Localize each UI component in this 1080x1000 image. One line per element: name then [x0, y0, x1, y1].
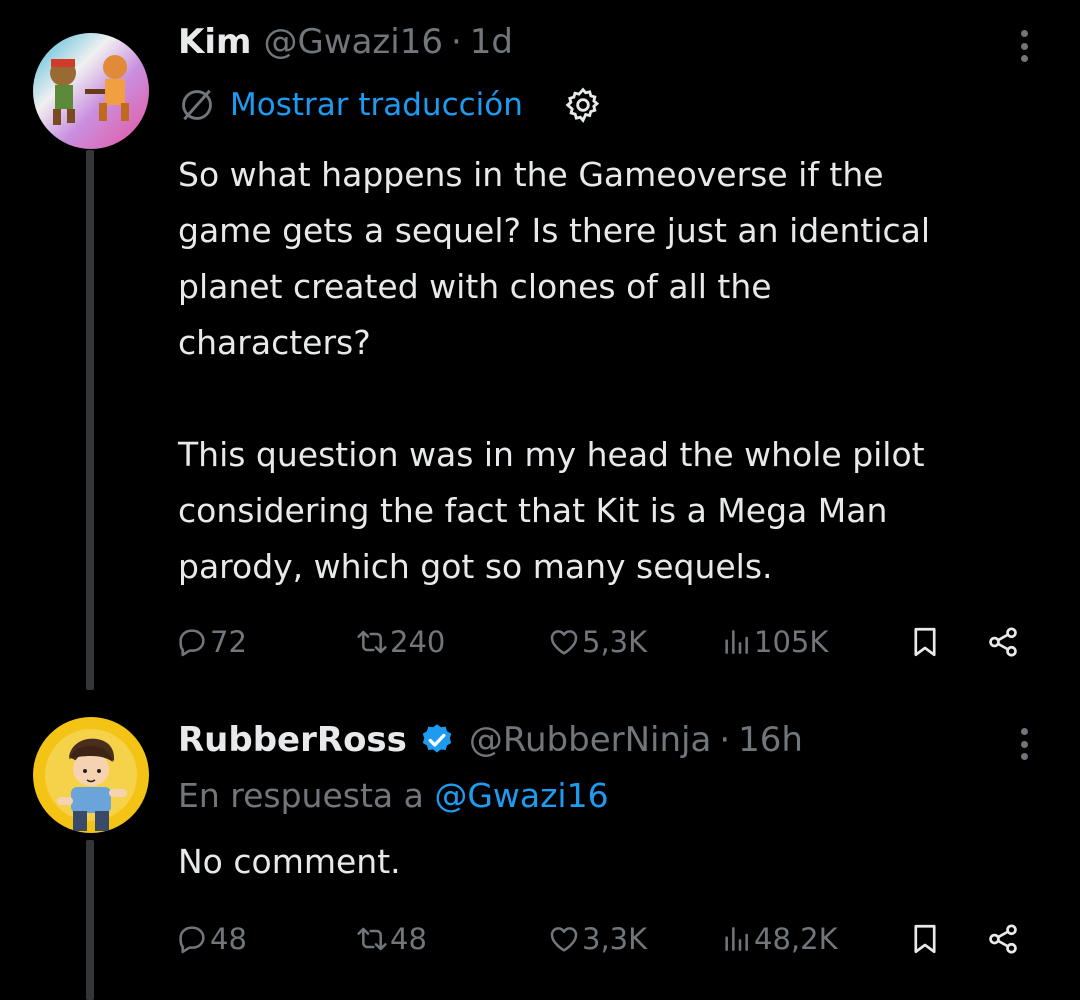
author-name[interactable]: Kim [178, 22, 251, 62]
views-button[interactable]: 48,2K [720, 917, 838, 961]
repost-count: 240 [390, 625, 446, 659]
repost-button[interactable]: 48 [356, 917, 427, 961]
like-count: 5,3K [582, 625, 648, 659]
share-icon [989, 924, 1017, 954]
author-handle[interactable]: @Gwazi16 [263, 22, 443, 62]
tweet-actions: 48 48 3,3K 48,2K [0, 917, 1080, 961]
reply-count: 48 [210, 922, 247, 956]
like-count: 3,3K [582, 922, 648, 956]
separator-dot: · [450, 22, 462, 62]
tweet-header: RubberRoss @RubberNinja · 16h [178, 720, 803, 760]
translate-row: Mostrar traducción [178, 84, 603, 126]
bookmark-icon [914, 924, 936, 954]
tweet-actions: 72 240 5,3K 105K [0, 620, 1080, 664]
bookmark-button[interactable] [908, 620, 942, 664]
tweet-rubberross[interactable]: RubberRoss @RubberNinja · 16h En respues… [0, 690, 1080, 1000]
verified-icon[interactable] [419, 722, 455, 758]
thread-line [86, 150, 94, 690]
avatar-kim[interactable] [33, 33, 149, 149]
reply-button[interactable]: 48 [176, 917, 247, 961]
like-button[interactable]: 3,3K [548, 917, 647, 961]
author-name[interactable]: RubberRoss [178, 720, 407, 760]
globe-slash-icon [182, 89, 212, 121]
reply-icon [179, 629, 205, 657]
more-icon[interactable] [1016, 26, 1032, 66]
reply-icon [179, 926, 205, 954]
more-icon[interactable] [1016, 724, 1032, 764]
bookmark-icon [914, 627, 936, 657]
translate-link[interactable]: Mostrar traducción [230, 87, 523, 123]
views-icon [725, 927, 748, 951]
share-icon [989, 627, 1017, 657]
tweet-text: No comment. [178, 842, 401, 881]
tweet-kim[interactable]: Kim @Gwazi16 · 1d Mostrar traducción So … [0, 0, 1080, 690]
reply-prefix: En respuesta a [178, 776, 424, 815]
like-icon [550, 927, 578, 952]
gear-icon[interactable] [563, 85, 603, 125]
reply-context: En respuesta a @Gwazi16 [178, 776, 609, 815]
views-icon [725, 630, 748, 654]
views-button[interactable]: 105K [720, 620, 828, 664]
share-button[interactable] [986, 917, 1020, 961]
repost-icon [357, 630, 387, 654]
timestamp[interactable]: 16h [738, 720, 803, 760]
avatar-rubberross[interactable] [33, 717, 149, 833]
tweet-header: Kim @Gwazi16 · 1d [178, 22, 513, 62]
view-count: 48,2K [754, 922, 838, 956]
view-count: 105K [754, 625, 829, 659]
reply-count: 72 [210, 625, 247, 659]
repost-icon [357, 927, 387, 951]
tweet-text: So what happens in the Gameoverse if the… [178, 155, 931, 586]
author-handle[interactable]: @RubberNinja [469, 720, 711, 760]
separator-dot: · [719, 720, 731, 760]
reply-mention-link[interactable]: @Gwazi16 [434, 776, 608, 815]
repost-count: 48 [390, 922, 427, 956]
share-button[interactable] [986, 620, 1020, 664]
repost-button[interactable]: 240 [356, 620, 445, 664]
like-icon [550, 630, 578, 655]
bookmark-button[interactable] [908, 917, 942, 961]
timestamp[interactable]: 1d [470, 22, 513, 62]
like-button[interactable]: 5,3K [548, 620, 647, 664]
reply-button[interactable]: 72 [176, 620, 247, 664]
